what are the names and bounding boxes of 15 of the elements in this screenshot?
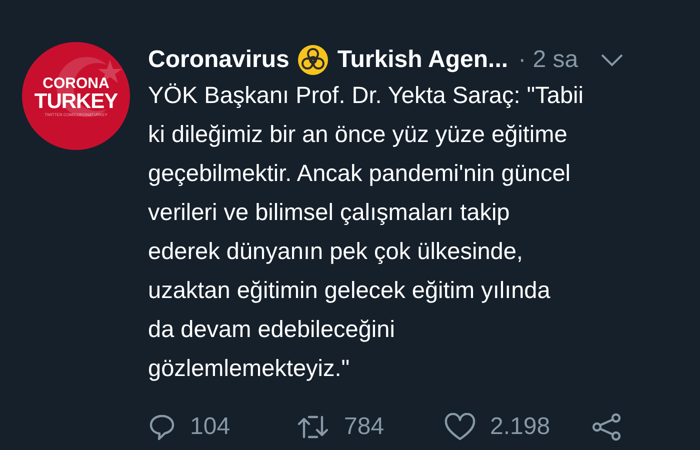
share-icon[interactable] (592, 413, 622, 441)
retweet-icon[interactable] (296, 413, 330, 441)
tweet-text: YÖK Başkanı Prof. Dr. Yekta Saraç: "Tabii ki dileğimiz bir an önce yüz yüze eğitime geçebilmektir. Ancak pandemi'nin güncel verileri ve bilimsel çalışmaları takip ederek dünyanın pek çok ülkesinde, uzaktan eğitimin gelecek eğitim yılında da devam edebileceğini gözlemlemekteyiz." (148, 81, 584, 383)
action-count: 104 (190, 412, 230, 442)
heart-icon[interactable] (444, 413, 476, 441)
chevron-down-icon[interactable] (600, 53, 624, 67)
comment-icon[interactable] (148, 413, 176, 441)
account-name[interactable]: Turkish Agen... (337, 42, 508, 78)
timestamp: · 2 sa (518, 45, 578, 75)
logo-text: TURKEY (34, 90, 118, 112)
biohazard-icon (297, 44, 330, 76)
action-count: 2.198 (490, 412, 550, 442)
account-name[interactable]: Coronavirus (148, 42, 290, 78)
logo-text: CORONA (42, 76, 110, 90)
action-count: 784 (344, 412, 384, 442)
